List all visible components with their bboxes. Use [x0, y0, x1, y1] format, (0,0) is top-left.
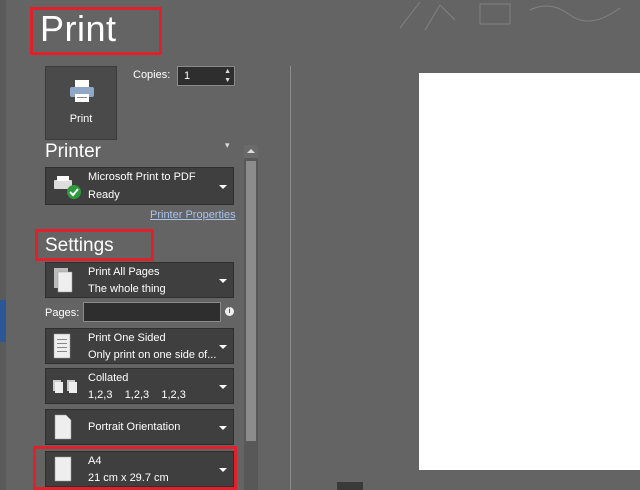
header-background-sketch [399, 1, 621, 31]
chevron-down-icon [219, 426, 227, 430]
sides-desc: Only print on one side of... [88, 349, 217, 361]
stepper-arrows-icon[interactable]: ▲ ▼ [224, 67, 231, 85]
copies-label: Copies: [133, 69, 171, 81]
print-range-value: Print All Pages [88, 266, 160, 278]
chevron-down-icon [219, 345, 227, 349]
printer-name: Microsoft Print to PDF [88, 171, 196, 183]
chevron-down-icon [219, 185, 227, 189]
collation-dropdown[interactable]: Collated 1,2,3 1,2,3 1,2,3 [45, 368, 234, 404]
print-range-dropdown[interactable]: Print All Pages The whole thing [45, 262, 234, 298]
orientation-dropdown[interactable]: Portrait Orientation [45, 409, 234, 445]
print-range-desc: The whole thing [88, 283, 166, 295]
sides-dropdown[interactable]: Print One Sided Only print on one side o… [45, 328, 234, 364]
collation-desc: 1,2,3 1,2,3 1,2,3 [88, 389, 186, 401]
printer-icon [70, 80, 94, 102]
collapse-arrow-icon[interactable]: ▾ [225, 140, 230, 151]
collated-pages-icon [53, 380, 77, 393]
chevron-down-icon [219, 385, 227, 389]
print-button-label: Print [69, 113, 93, 125]
pages-stack-icon [54, 268, 73, 293]
print-preview-page [419, 73, 640, 470]
pages-input[interactable] [83, 302, 221, 322]
printer-dropdown[interactable]: Microsoft Print to PDF Ready [45, 167, 234, 205]
sides-value: Print One Sided [88, 332, 166, 344]
copies-stepper[interactable]: 1 ▲ ▼ [177, 66, 235, 86]
printer-status: Ready [88, 189, 120, 201]
scroll-thumb[interactable] [246, 161, 256, 441]
collation-value: Collated [88, 372, 129, 384]
chevron-down-icon [219, 279, 227, 283]
printer-properties-link[interactable]: Printer Properties [150, 209, 236, 221]
settings-scrollbar[interactable] [244, 145, 258, 490]
printer-section-title: Printer [45, 141, 101, 162]
portrait-page-icon [54, 414, 72, 440]
info-icon[interactable]: i [225, 307, 234, 316]
title-highlight-box [30, 7, 162, 55]
settings-highlight-box [35, 229, 154, 261]
preview-page-nav[interactable] [337, 482, 363, 490]
nav-accent [0, 300, 6, 342]
copies-value: 1 [184, 70, 191, 82]
paper-size-highlight-box [33, 446, 237, 490]
one-sided-page-icon [53, 333, 71, 359]
orientation-value: Portrait Orientation [88, 421, 181, 433]
print-button[interactable]: Print [45, 66, 117, 140]
left-nav-strip [0, 0, 6, 490]
printer-ready-icon [54, 176, 81, 199]
pages-label: Pages: [45, 307, 80, 319]
scroll-up-icon[interactable] [244, 145, 258, 158]
pane-divider [290, 66, 291, 490]
